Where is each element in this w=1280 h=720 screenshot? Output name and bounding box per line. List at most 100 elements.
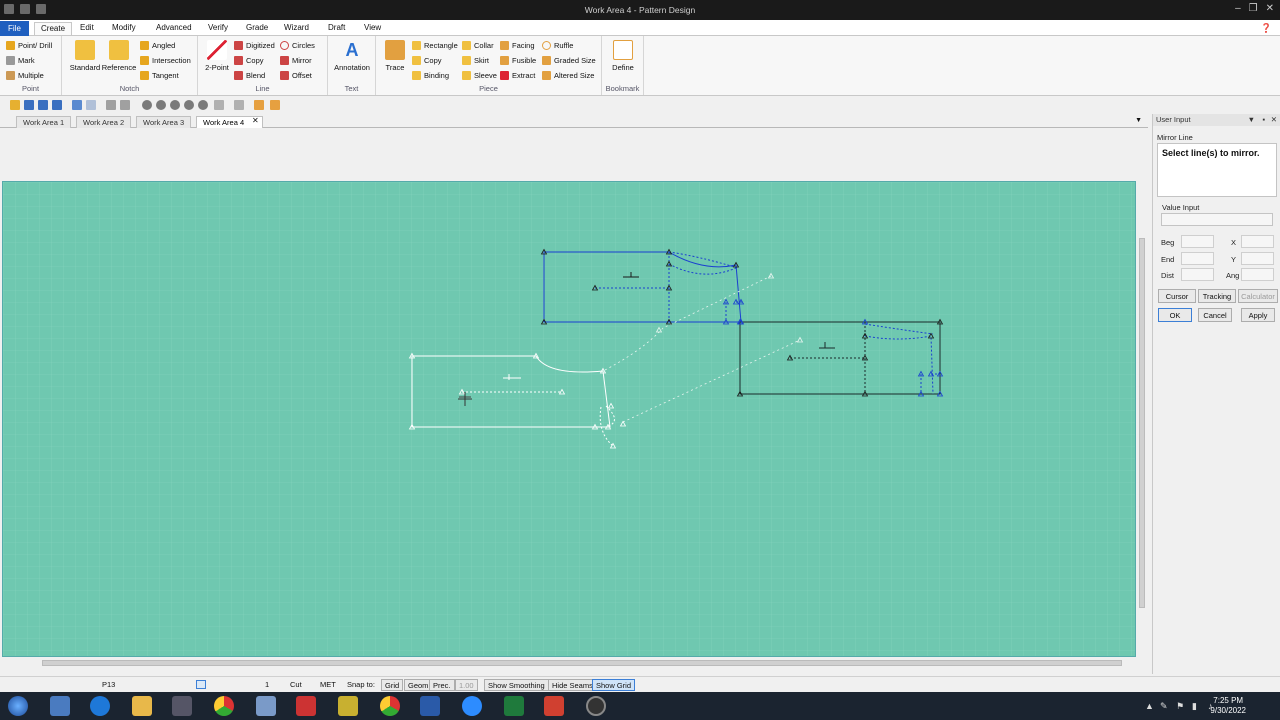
cancel-button[interactable]: Cancel <box>1198 308 1232 322</box>
y-field[interactable] <box>1241 252 1274 265</box>
tracking-button[interactable]: Tracking <box>1198 289 1236 303</box>
pin-icon[interactable]: ▪ <box>1262 115 1265 124</box>
close-panel-icon[interactable]: ✕ <box>1271 115 1277 124</box>
altered-size-button[interactable]: Altered Size <box>542 71 594 80</box>
trace-button[interactable]: Trace <box>378 40 412 72</box>
reference-notch-button[interactable]: Reference <box>100 40 138 72</box>
media-player-icon[interactable] <box>172 696 192 716</box>
copy-piece-button[interactable]: Copy <box>412 56 442 65</box>
copy-line-button[interactable]: Copy <box>234 56 264 65</box>
save-as-icon[interactable] <box>38 100 48 110</box>
cursor-button[interactable]: Cursor <box>1158 289 1196 303</box>
zoom-in-icon[interactable] <box>142 100 152 110</box>
tab-verify[interactable]: Verify <box>202 22 234 35</box>
tab-work-area-3[interactable]: Work Area 3 <box>136 116 192 128</box>
zoom-fit-icon[interactable] <box>170 100 180 110</box>
two-point-button[interactable]: 2-Point <box>200 40 234 72</box>
print-icon[interactable] <box>106 100 116 110</box>
offset-button[interactable]: Offset <box>280 71 312 80</box>
precision-field[interactable]: 1.00 <box>455 679 478 691</box>
hide-seams-button[interactable]: Hide Seams <box>548 679 597 691</box>
scanner-icon[interactable] <box>338 696 358 716</box>
tab-modify[interactable]: Modify <box>106 22 142 35</box>
help-icon[interactable]: ❓ <box>1255 22 1278 35</box>
tab-draft[interactable]: Draft <box>322 22 351 35</box>
mark-button[interactable]: Mark <box>6 56 35 65</box>
system-clock[interactable]: 7:25 PM 9/30/2022 <box>1210 696 1246 716</box>
horizontal-scrollbar[interactable] <box>2 658 1136 668</box>
pen-icon[interactable]: ✎ <box>1160 701 1168 712</box>
pattern-design-icon[interactable] <box>544 696 564 716</box>
tab-view[interactable]: View <box>358 22 387 35</box>
panel-dropdown-icon[interactable]: ▼ <box>1248 115 1255 124</box>
save-icon[interactable] <box>24 100 34 110</box>
internet-explorer-icon[interactable] <box>90 696 110 716</box>
restore-icon[interactable]: ❐ <box>1249 3 1258 14</box>
intersection-button[interactable]: Intersection <box>140 56 191 65</box>
zoom-out-icon[interactable] <box>156 100 166 110</box>
app-window-icon[interactable] <box>256 696 276 716</box>
save-all-icon[interactable] <box>52 100 62 110</box>
apply-button[interactable]: Apply <box>1241 308 1275 322</box>
start-icon[interactable] <box>8 696 28 716</box>
tab-advanced[interactable]: Advanced <box>150 22 198 35</box>
excel-icon[interactable] <box>504 696 524 716</box>
angled-button[interactable]: Angled <box>140 41 175 50</box>
tangent-button[interactable]: Tangent <box>140 71 179 80</box>
point-drill-button[interactable]: Point/ Drill <box>6 41 52 50</box>
grid-icon[interactable] <box>234 100 244 110</box>
vertical-scrollbar[interactable] <box>1137 128 1147 660</box>
zoom-all-icon[interactable] <box>198 100 208 110</box>
zoom-window-icon[interactable] <box>184 100 194 110</box>
vertical-scroll-thumb[interactable] <box>1139 238 1145 608</box>
ok-button[interactable]: OK <box>1158 308 1192 322</box>
binding-button[interactable]: Binding <box>412 71 449 80</box>
blend-button[interactable]: Blend <box>234 71 265 80</box>
design-app-icon[interactable] <box>420 696 440 716</box>
print-preview-icon[interactable] <box>120 100 130 110</box>
new-icon[interactable] <box>10 100 20 110</box>
collar-button[interactable]: Collar <box>462 41 494 50</box>
circles-button[interactable]: Circles <box>280 41 315 50</box>
mirror-button[interactable]: Mirror <box>280 56 312 65</box>
snap-grid-button[interactable]: Grid <box>381 679 404 691</box>
fusible-button[interactable]: Fusible <box>500 56 536 65</box>
obs-icon[interactable] <box>586 696 606 716</box>
tabs-dropdown-icon[interactable]: ▼ <box>1135 117 1142 124</box>
calculator-button[interactable]: Calculator <box>1238 289 1278 303</box>
snap-prec-button[interactable]: Prec. <box>429 679 455 691</box>
minimize-icon[interactable]: – <box>1235 3 1241 14</box>
pdf-icon[interactable] <box>296 696 316 716</box>
show-grid-button[interactable]: Show Grid <box>592 679 636 691</box>
tab-wizard[interactable]: Wizard <box>278 22 315 35</box>
drawing-canvas[interactable] <box>2 181 1136 657</box>
digitized-button[interactable]: Digitized <box>234 41 275 50</box>
pan-icon[interactable] <box>214 100 224 110</box>
tab-file[interactable]: File <box>0 21 29 36</box>
define-bookmark-button[interactable]: Define <box>604 40 642 72</box>
close-icon[interactable]: ✕ <box>1266 3 1274 14</box>
zoom-app-icon[interactable] <box>462 696 482 716</box>
tray-expand-icon[interactable]: ▲ <box>1145 701 1154 711</box>
x-field[interactable] <box>1241 235 1274 248</box>
close-tab-icon[interactable]: ✕ <box>252 116 259 125</box>
ruffle-button[interactable]: Ruffle <box>542 41 573 50</box>
piece-color-icon[interactable] <box>196 680 206 689</box>
horizontal-scroll-thumb[interactable] <box>42 660 1122 666</box>
file-icon[interactable] <box>50 696 70 716</box>
rectangle-button[interactable]: Rectangle <box>412 41 458 50</box>
standard-notch-button[interactable]: Standard <box>66 40 104 72</box>
tab-work-area-1[interactable]: Work Area 1 <box>16 116 72 128</box>
import-icon[interactable] <box>254 100 264 110</box>
show-smoothing-button[interactable]: Show Smoothing <box>484 679 549 691</box>
ang-field[interactable] <box>1241 268 1274 281</box>
network-icon[interactable]: ⚑ <box>1176 701 1184 712</box>
tab-grade[interactable]: Grade <box>240 22 274 35</box>
annotation-button[interactable]: A Annotation <box>330 40 374 72</box>
dist-field[interactable] <box>1181 268 1214 281</box>
value-input-field[interactable] <box>1161 213 1273 226</box>
pattern-canvas-svg[interactable] <box>3 182 1136 657</box>
beg-field[interactable] <box>1181 235 1214 248</box>
facing-button[interactable]: Facing <box>500 41 535 50</box>
folder-icon[interactable] <box>132 696 152 716</box>
